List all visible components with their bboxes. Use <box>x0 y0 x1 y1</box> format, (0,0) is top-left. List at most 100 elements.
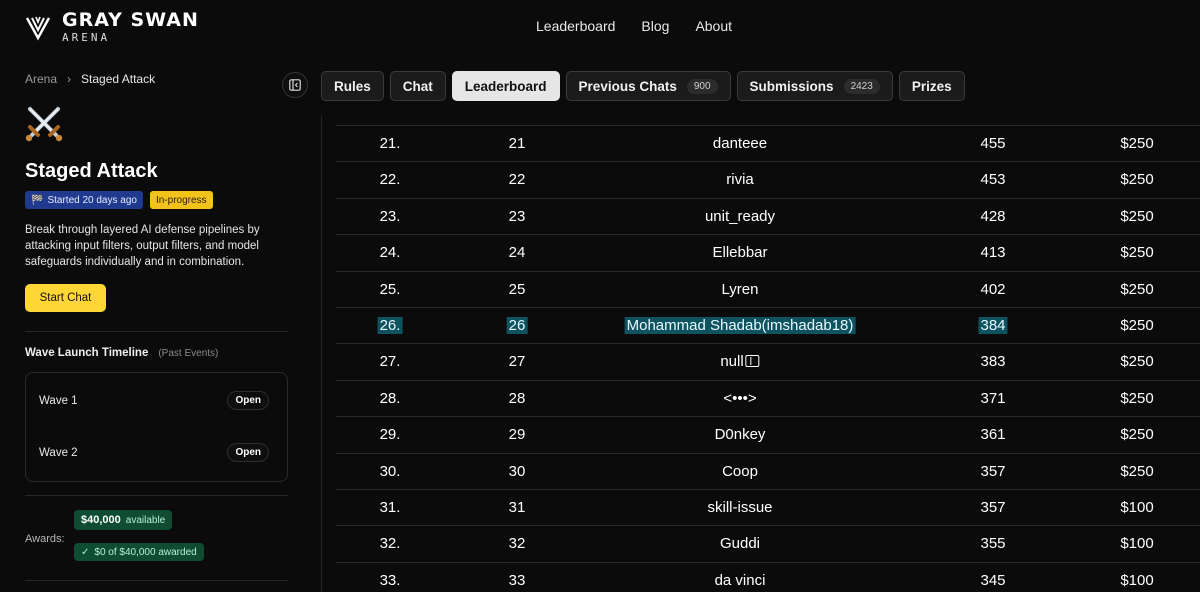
challenge-description: Break through layered AI defense pipelin… <box>25 224 260 268</box>
username-cell: skill-issue <box>707 499 772 516</box>
prize-cell: $100 <box>1120 499 1153 516</box>
prize-cell: $250 <box>1120 426 1153 443</box>
tab-prizes[interactable]: Prizes <box>898 71 965 101</box>
prize-cell: $100 <box>1120 535 1153 552</box>
table-row: 23. 23 unit_ready 428 $250 <box>336 197 1200 234</box>
score-cell: 453 <box>980 171 1005 188</box>
prize-cell-text: $100 <box>1120 499 1154 516</box>
username-cell-text: Guddi <box>719 535 761 553</box>
previous-chats-count: 900 <box>686 78 718 94</box>
rank-cell-text: 30. <box>379 462 401 480</box>
score-cell: 357 <box>980 499 1005 516</box>
divider <box>25 495 288 496</box>
tab-chat[interactable]: Chat <box>389 71 446 101</box>
tab-leaderboard[interactable]: Leaderboard <box>451 71 560 101</box>
position-cell: 28 <box>509 390 526 407</box>
username-cell: Lyren <box>722 281 759 298</box>
leaderboard-table: 21. 21 danteee 455 $250 22. 22 rivia 453 $250 23. 2… <box>321 116 1200 592</box>
rank-cell-text: 24. <box>379 244 401 262</box>
prize-cell: $250 <box>1120 353 1153 370</box>
rank-cell-text: 28. <box>379 389 401 407</box>
table-row: 26. 26 Mohammad Shadab(imshadab18) 384 $250 <box>336 307 1200 343</box>
awards-available-badge: $40,000 available <box>74 510 173 530</box>
position-cell: 21 <box>509 135 526 152</box>
table-row: 31. 31 skill-issue 357 $100 <box>336 489 1200 525</box>
awards-awarded-badge: ✓ $0 of $40,000 awarded <box>74 543 204 561</box>
tab-submissions[interactable]: Submissions 2423 <box>736 71 893 101</box>
position-cell-text: 29 <box>508 426 526 444</box>
rank-cell: 24. <box>380 244 401 261</box>
score-cell-text: 428 <box>980 207 1006 225</box>
challenge-title: Staged Attack <box>25 160 158 182</box>
score-cell-text: 384 <box>978 317 1008 334</box>
position-cell: 31 <box>509 499 526 516</box>
status-badges: 🏁 Started 20 days ago In-progress <box>25 191 213 209</box>
wave-item: Wave 2 Open <box>39 443 269 462</box>
rank-cell: 31. <box>380 499 401 516</box>
chevron-right-icon: › <box>67 72 72 86</box>
score-cell: 355 <box>980 535 1005 552</box>
position-cell-text: 22 <box>508 171 526 189</box>
prize-cell-text: $250 <box>1120 389 1154 407</box>
username-cell: null <box>720 353 760 370</box>
tab-label: Leaderboard <box>464 78 547 94</box>
table-row: 28. 28 <•••> 371 $250 <box>336 379 1200 416</box>
position-cell: 33 <box>509 572 526 589</box>
breadcrumb-current: Staged Attack <box>81 72 156 86</box>
open-wave-2-button[interactable]: Open <box>227 443 269 462</box>
score-cell: 413 <box>980 244 1005 261</box>
top-nav: Leaderboard Blog About <box>536 18 732 34</box>
logo[interactable]: GRAY SWAN ARENA <box>24 10 204 44</box>
rank-cell-text: 33. <box>379 571 401 589</box>
score-cell: 371 <box>980 390 1005 407</box>
position-cell-text: 26 <box>506 317 528 334</box>
prize-cell-text: $250 <box>1120 317 1154 334</box>
position-cell: 23 <box>509 208 526 225</box>
tab-label: Previous Chats <box>578 78 677 94</box>
rank-cell-text: 25. <box>379 280 401 298</box>
position-cell: 29 <box>509 426 526 443</box>
table-row: 30. 30 Coop 357 $250 <box>336 452 1200 489</box>
table-row: 33. 33 da vinci 345 $100 <box>336 561 1200 592</box>
started-text: Started 20 days ago <box>47 194 137 206</box>
score-cell-text: 345 <box>980 571 1006 589</box>
table-row: 24. 24 Ellebbar 413 $250 <box>336 234 1200 270</box>
rank-cell-text: 21. <box>379 135 401 152</box>
position-cell-text: 27 <box>508 353 526 371</box>
divider <box>25 580 288 581</box>
position-cell-text: 32 <box>508 535 526 553</box>
top-bar: GRAY SWAN ARENA Leaderboard Blog About <box>0 0 1200 52</box>
rank-cell-text: 32. <box>379 535 401 553</box>
tab-previous-chats[interactable]: Previous Chats 900 <box>565 71 731 101</box>
open-wave-1-button[interactable]: Open <box>227 391 269 410</box>
check-icon: ✓ <box>81 546 90 558</box>
wave-label: Wave 1 <box>39 394 78 407</box>
position-cell-text: 23 <box>508 207 526 225</box>
prize-cell-text: $250 <box>1120 135 1154 152</box>
collapse-sidebar-button[interactable] <box>282 72 308 98</box>
prize-cell: $250 <box>1120 135 1153 152</box>
username-cell: <•••> <box>723 390 756 407</box>
prize-cell: $250 <box>1120 208 1153 225</box>
nav-about[interactable]: About <box>695 18 732 34</box>
awards-available-amount: $40,000 <box>81 514 121 526</box>
brand-subtitle: ARENA <box>62 31 111 44</box>
start-chat-button[interactable]: Start Chat <box>25 284 106 312</box>
nav-blog[interactable]: Blog <box>641 18 669 34</box>
position-cell: 24 <box>509 244 526 261</box>
tab-label: Submissions <box>749 78 834 94</box>
username-cell-text: Lyren <box>721 280 759 298</box>
rank-cell: 22. <box>380 171 401 188</box>
rank-cell: 26. <box>377 317 403 334</box>
rank-cell-text: 27. <box>379 353 401 371</box>
brand-title: GRAY SWAN <box>62 9 199 31</box>
tab-rules[interactable]: Rules <box>321 71 384 101</box>
username-cell-text: skill-issue <box>707 499 773 516</box>
prize-cell: $250 <box>1120 317 1153 334</box>
position-cell-text: 28 <box>508 389 526 407</box>
position-cell: 25 <box>509 281 526 298</box>
score-cell: 361 <box>980 426 1005 443</box>
awards-label: Awards: <box>25 533 65 545</box>
nav-leaderboard[interactable]: Leaderboard <box>536 18 615 34</box>
breadcrumb-arena[interactable]: Arena <box>25 72 57 86</box>
